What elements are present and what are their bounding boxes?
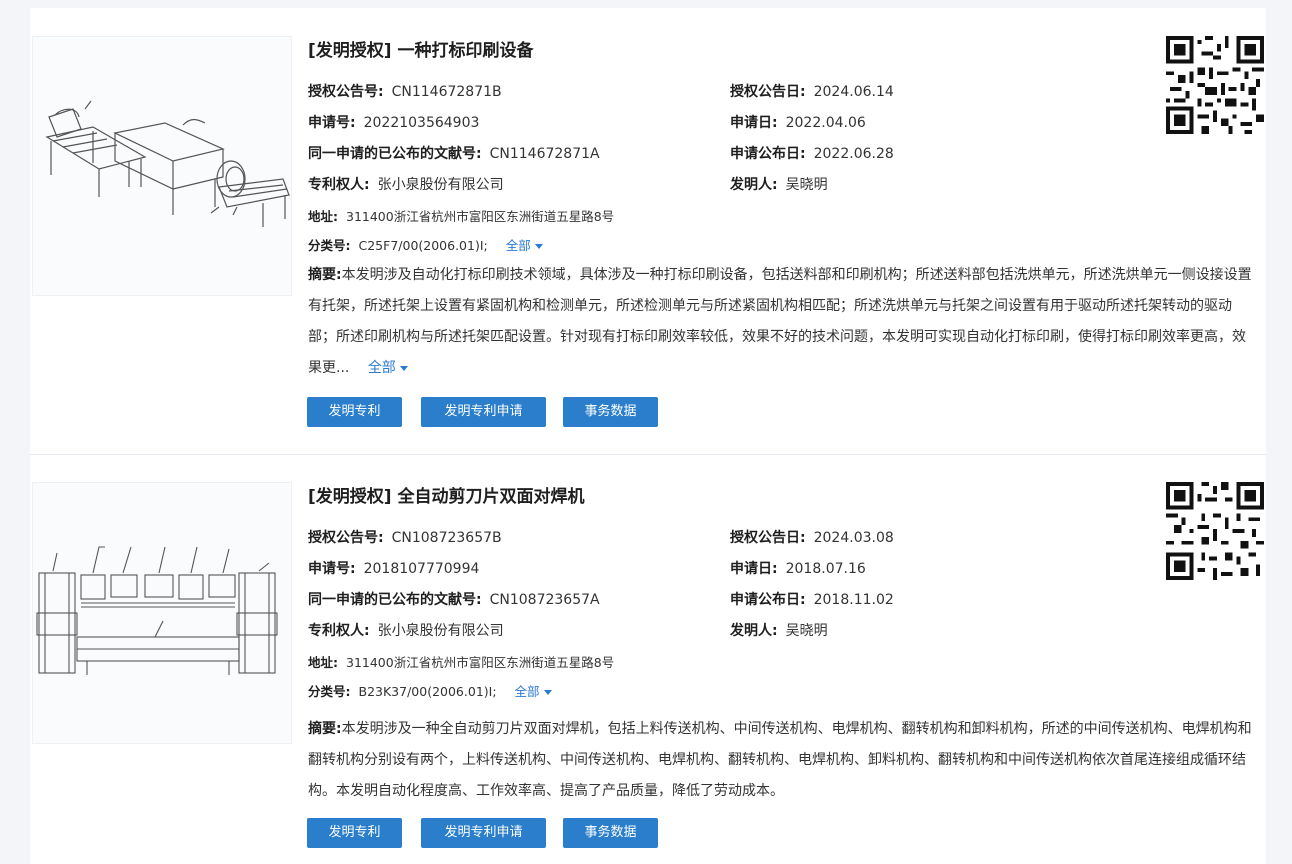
chevron-down-icon [399, 365, 408, 371]
invention-application-button[interactable]: 发明专利申请 [421, 397, 546, 427]
classification-expand-link[interactable]: 全部 [506, 238, 543, 253]
abstract-expand-link[interactable]: 全部 [368, 360, 408, 376]
qr-code [1166, 36, 1264, 134]
marking-machine-drawing [45, 100, 290, 227]
transaction-data-button[interactable]: 事务数据 [563, 397, 658, 427]
grant-pub-no: 授权公告号: CN114672871B [308, 84, 502, 100]
inventor: 发明人: 吴晓明 [730, 623, 828, 639]
patent-title[interactable]: [发明授权] 一种打标印刷设备 [308, 36, 533, 61]
transaction-data-button[interactable]: 事务数据 [563, 818, 658, 848]
classification: 分类号: C25F7/00(2006.01)I; 全部 [308, 235, 543, 254]
patentee: 专利权人: 张小泉股份有限公司 [308, 623, 504, 639]
grant-date: 授权公告日: 2024.03.08 [730, 530, 894, 546]
application-no: 申请号: 2022103564903 [308, 115, 480, 131]
chevron-down-icon [543, 690, 552, 695]
address: 地址: 311400浙江省杭州市富阳区东洲街道五星路8号 [308, 655, 615, 670]
patent-record-1: [发明授权] 一种打标印刷设备 授权公告号: CN114672871B 授权公告… [30, 8, 1266, 454]
qr-code [1166, 482, 1264, 580]
patent-record-2: [发明授权] 全自动剪刀片双面对焊机 授权公告号: CN108723657B 授… [30, 454, 1266, 864]
classification: 分类号: B23K37/00(2006.01)I; 全部 [308, 681, 552, 700]
patent-drawing-thumbnail[interactable] [32, 482, 292, 744]
application-date: 申请日: 2022.04.06 [730, 115, 866, 131]
same-application-doc-no: 同一申请的已公布的文献号: CN108723657A [308, 592, 600, 608]
patentee: 专利权人: 张小泉股份有限公司 [308, 177, 504, 193]
patent-title[interactable]: [发明授权] 全自动剪刀片双面对焊机 [308, 482, 584, 507]
results-panel: [发明授权] 一种打标印刷设备 授权公告号: CN114672871B 授权公告… [30, 8, 1266, 864]
application-no: 申请号: 2018107770994 [308, 561, 480, 577]
application-pub-date: 申请公布日: 2018.11.02 [730, 592, 894, 608]
chevron-down-icon [534, 244, 543, 249]
invention-patent-button[interactable]: 发明专利 [307, 397, 402, 427]
invention-patent-button[interactable]: 发明专利 [307, 818, 402, 848]
grant-date: 授权公告日: 2024.06.14 [730, 84, 894, 100]
inventor: 发明人: 吴晓明 [730, 177, 828, 193]
same-application-doc-no: 同一申请的已公布的文献号: CN114672871A [308, 146, 600, 162]
grant-pub-no: 授权公告号: CN108723657B [308, 530, 502, 546]
application-date: 申请日: 2018.07.16 [730, 561, 866, 577]
welding-machine-drawing [36, 546, 278, 675]
abstract: 摘要:本发明涉及自动化打标印刷技术领域，具体涉及一种打标印刷设备，包括送料部和印… [308, 267, 1252, 376]
address: 地址: 311400浙江省杭州市富阳区东洲街道五星路8号 [308, 209, 615, 224]
application-pub-date: 申请公布日: 2022.06.28 [730, 146, 894, 162]
classification-expand-link[interactable]: 全部 [515, 684, 552, 699]
abstract: 摘要:本发明涉及一种全自动剪刀片双面对焊机，包括上料传送机构、中间传送机构、电焊… [308, 721, 1252, 799]
patent-drawing-thumbnail[interactable] [32, 36, 292, 296]
invention-application-button[interactable]: 发明专利申请 [421, 818, 546, 848]
